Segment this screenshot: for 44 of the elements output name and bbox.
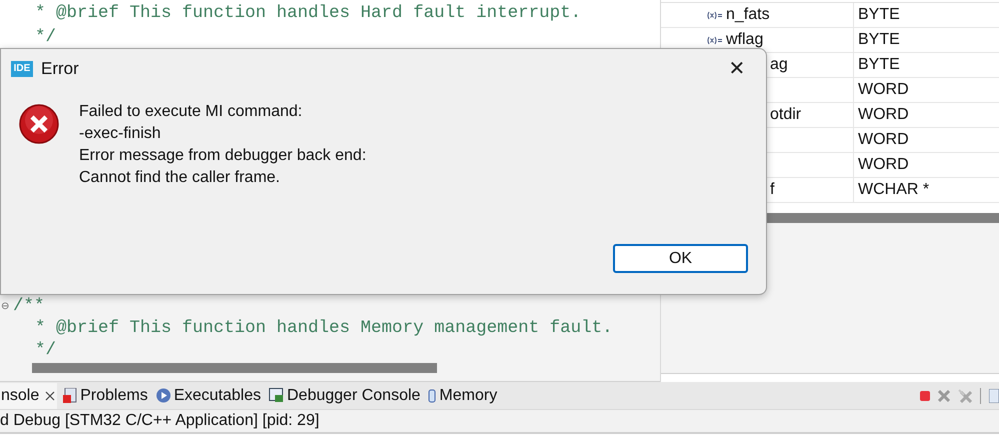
message-line: -exec-finish <box>79 124 162 144</box>
horizontal-scrollbar[interactable] <box>32 363 437 373</box>
play-icon <box>156 388 171 403</box>
code-line: * @brief This function handles Memory management fault. <box>34 317 613 340</box>
variable-type: WORD <box>858 80 909 100</box>
memory-icon <box>428 388 436 402</box>
document-icon[interactable] <box>989 388 999 402</box>
variable-name: f <box>770 180 774 200</box>
error-icon <box>19 104 59 144</box>
close-button[interactable]: ✕ <box>722 54 752 84</box>
message-line: Failed to execute MI command: <box>79 102 304 122</box>
code-line: /** <box>13 295 45 318</box>
variable-type: WORD <box>858 130 909 150</box>
variable-type: WCHAR * <box>858 180 930 200</box>
console-title: d Debug [STM32 C/C++ Application] [pid: 29] <box>0 411 320 431</box>
variable-type: BYTE <box>858 30 900 50</box>
panel-tab[interactable]: Memory <box>426 382 500 408</box>
remove-all-icon[interactable] <box>958 388 972 402</box>
variable-name: ag <box>770 55 788 75</box>
panel-tab[interactable]: Debugger Console <box>267 382 422 408</box>
variable-name: otdir <box>770 105 802 125</box>
stop-icon[interactable] <box>920 390 930 400</box>
variable-type: BYTE <box>858 55 900 75</box>
panel-tab[interactable]: nsole <box>0 382 58 408</box>
panel-tab[interactable]: Problems <box>61 382 150 408</box>
variable-type: BYTE <box>858 5 900 25</box>
problems-icon <box>63 388 78 404</box>
variable-name: n_fats <box>726 5 770 25</box>
variable-type: WORD <box>858 105 909 125</box>
ok-button[interactable]: OK <box>613 244 748 273</box>
code-line: */ <box>34 26 56 49</box>
close-icon[interactable] <box>45 390 56 400</box>
message-line: Cannot find the caller frame. <box>79 168 281 188</box>
remove-icon[interactable] <box>938 390 950 402</box>
code-line: */ <box>34 339 56 362</box>
message-line: Error message from debugger back end: <box>79 146 366 166</box>
panel-tab[interactable]: Executables <box>154 382 263 408</box>
code-line: * @brief This function handles Hard fault interrupt. <box>34 2 582 25</box>
variable-type: WORD <box>858 155 909 175</box>
fold-toggle[interactable]: ⊖ <box>0 298 13 314</box>
app-logo: IDE <box>11 61 33 77</box>
variable-name: wflag <box>726 30 764 50</box>
dialog-title: Error <box>41 58 79 80</box>
console-icon <box>269 388 284 403</box>
